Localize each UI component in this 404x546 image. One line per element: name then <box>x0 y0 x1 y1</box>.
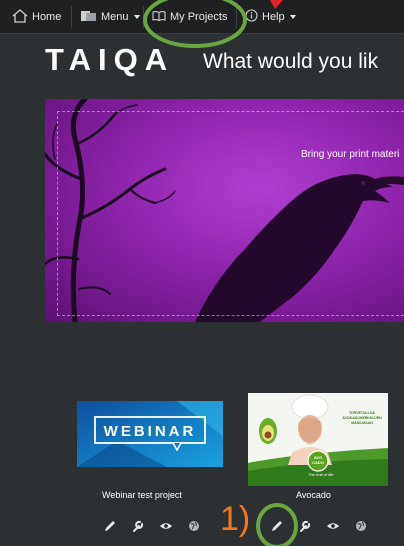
nav-divider <box>71 6 72 28</box>
info-icon <box>245 9 258 25</box>
nav-my-projects[interactable]: My Projects <box>152 7 227 27</box>
hero-banner: Bring your print materi <box>45 99 404 322</box>
eye-icon[interactable] <box>326 519 340 533</box>
pencil-icon[interactable] <box>103 519 117 533</box>
nav-my-projects-label: My Projects <box>170 11 228 23</box>
avocado-thumb-text: TORVETULLOA AVOKADOHERKKUJEN MAAILMAAN <box>338 411 386 426</box>
avocado-badge: AVO CADO <box>308 455 328 465</box>
annotation-step-label: 1) <box>220 500 251 538</box>
nav-home[interactable]: Home <box>12 7 61 27</box>
banner-guide-frame <box>57 111 404 316</box>
avocado-slogan: The fruit of life <box>308 472 334 477</box>
eye-icon[interactable] <box>159 519 173 533</box>
project-thumbnail-webinar[interactable]: WEBINAR <box>77 401 223 467</box>
project-title-webinar[interactable]: Webinar test project <box>102 490 182 500</box>
nav-home-label: Home <box>32 11 62 23</box>
webinar-thumb-text: WEBINAR <box>103 423 197 440</box>
avocado-thumb-line: MAAILMAAN <box>351 421 373 425</box>
wrench-icon[interactable] <box>298 519 312 533</box>
nav-help-label: Help <box>262 11 285 23</box>
pencil-icon[interactable] <box>270 519 284 533</box>
nav-menu-label: Menu <box>101 11 129 23</box>
taiqa-logo: TAIQA <box>45 42 175 77</box>
book-icon <box>152 10 166 25</box>
banner-text: Bring your print materi <box>301 149 400 160</box>
page-tagline: What would you lik <box>203 50 379 73</box>
top-navbar: Home Menu My Projects Help <box>0 0 404 34</box>
chevron-down-icon <box>289 15 296 19</box>
nav-divider <box>143 6 144 28</box>
chevron-down-icon <box>133 15 140 19</box>
project-actions-avocado <box>270 517 368 535</box>
nav-divider <box>236 6 237 28</box>
menu-icon <box>80 9 97 26</box>
nav-menu[interactable]: Menu <box>80 7 140 27</box>
project-thumbnail-avocado[interactable]: TORVETULLOA AVOKADOHERKKUJEN MAAILMAAN A… <box>248 393 388 486</box>
nav-help[interactable]: Help <box>245 7 296 27</box>
home-icon <box>12 8 28 26</box>
project-title-avocado[interactable]: Avocado <box>296 490 331 500</box>
avocado-badge-bottom: CADO <box>312 460 324 465</box>
project-actions-webinar <box>103 517 201 535</box>
globe-icon[interactable] <box>187 519 201 533</box>
globe-icon[interactable] <box>354 519 368 533</box>
wrench-icon[interactable] <box>131 519 145 533</box>
